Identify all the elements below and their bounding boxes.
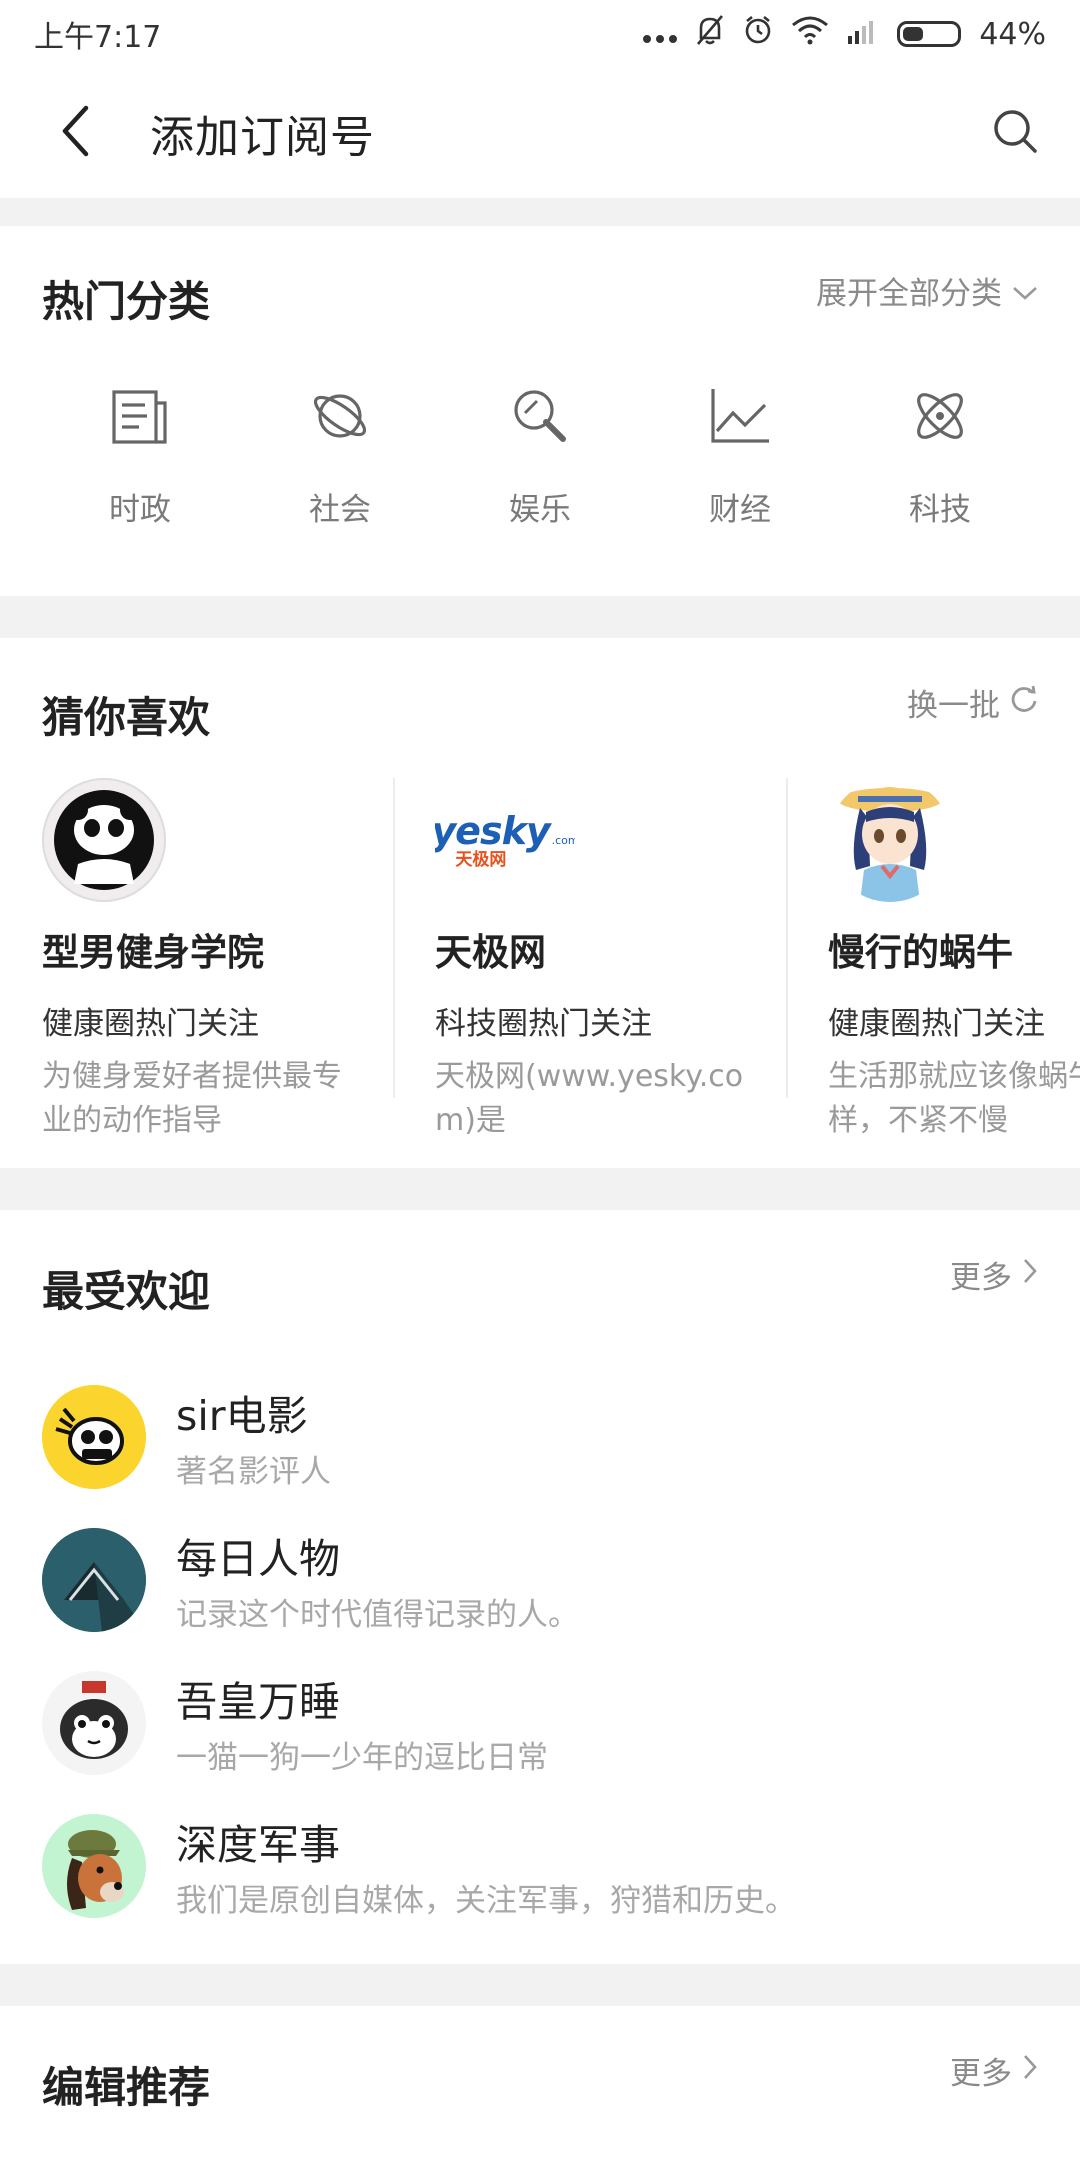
search-button[interactable] bbox=[950, 68, 1080, 198]
list-item-desc: 记录这个时代值得记录的人。 bbox=[176, 1597, 579, 1633]
wifi-icon bbox=[791, 15, 829, 53]
back-button[interactable] bbox=[0, 68, 150, 198]
avatar bbox=[42, 1813, 146, 1918]
category-label: 社会 bbox=[309, 492, 371, 528]
more-button[interactable]: 更多 bbox=[950, 1252, 1038, 1297]
search-icon bbox=[992, 108, 1038, 158]
avatar bbox=[42, 1384, 146, 1489]
avatar bbox=[42, 778, 166, 902]
category-item-technology[interactable]: 科技 bbox=[840, 376, 1040, 529]
section-title-popular: 最受欢迎 bbox=[42, 1267, 211, 1316]
yesky-logo-com: .com bbox=[551, 833, 575, 847]
mute-bell-icon bbox=[695, 14, 725, 54]
yesky-logo-text: yesky bbox=[435, 808, 551, 853]
category-label: 科技 bbox=[909, 492, 971, 528]
recommendation-carousel[interactable]: 型男健身学院 健康圈热门关注 为健身爱好者提供最专业的动作指导 yesky .c… bbox=[0, 778, 1080, 1138]
more-label: 更多 bbox=[950, 1260, 1012, 1296]
recommendation-card[interactable]: yesky .com 天极网 天极网 科技圈热门关注 天极网(www.yesky… bbox=[393, 778, 786, 1138]
list-item[interactable]: sir电影 著名影评人 bbox=[0, 1365, 1080, 1508]
recommendation-name: 慢行的蜗牛 bbox=[828, 931, 1013, 974]
signal-icon bbox=[847, 17, 879, 52]
chevron-down-icon bbox=[1012, 273, 1038, 309]
recommendation-desc: 天极网(www.yesky.com)是 bbox=[435, 1059, 744, 1138]
recommendation-tag: 健康圈热门关注 bbox=[42, 1006, 259, 1042]
more-dots-icon bbox=[643, 17, 678, 52]
popular-list: sir电影 著名影评人 每日人物 记录这个时代值得记录的人。 吾皇万睡 一猫一狗… bbox=[0, 1365, 1080, 1937]
category-item-society[interactable]: 社会 bbox=[240, 376, 440, 529]
section-title-guess: 猜你喜欢 bbox=[42, 693, 211, 742]
list-item-desc: 著名影评人 bbox=[176, 1454, 331, 1490]
newspaper-icon bbox=[100, 376, 180, 456]
recommendation-desc: 生活那就应该像蜗牛一样，不紧不慢 bbox=[828, 1059, 1080, 1138]
expand-all-categories-button[interactable]: 展开全部分类 bbox=[816, 268, 1038, 313]
yesky-logo-sub: 天极网 bbox=[455, 849, 507, 870]
expand-all-label: 展开全部分类 bbox=[816, 276, 1002, 312]
guess-you-like-section: 猜你喜欢 换一批 型男健身学院 健康圈热门关注 为健身爱好者提供最专业的动作指导… bbox=[0, 638, 1080, 1168]
recommendation-card[interactable]: 慢行的蜗牛 健康圈热门关注 生活那就应该像蜗牛一样，不紧不慢 bbox=[786, 778, 1080, 1138]
editor-picks-section: 编辑推荐 更多 bbox=[0, 2006, 1080, 2160]
yesky-logo: yesky .com 天极网 bbox=[435, 778, 575, 902]
recommendation-name: 天极网 bbox=[435, 931, 546, 974]
planet-icon bbox=[300, 376, 380, 456]
list-item[interactable]: 每日人物 记录这个时代值得记录的人。 bbox=[0, 1508, 1080, 1651]
list-item-name: 吾皇万睡 bbox=[176, 1678, 340, 1726]
status-bar: 上午7:17 44% bbox=[0, 0, 1080, 68]
more-label: 更多 bbox=[950, 2056, 1012, 2092]
refresh-batch-button[interactable]: 换一批 bbox=[907, 680, 1038, 725]
status-icons: 44% bbox=[643, 14, 1046, 54]
recommendation-desc: 为健身爱好者提供最专业的动作指导 bbox=[42, 1059, 342, 1138]
section-title-hot: 热门分类 bbox=[42, 277, 211, 326]
avatar bbox=[42, 1670, 146, 1775]
atom-icon bbox=[900, 376, 980, 456]
category-label: 娱乐 bbox=[509, 492, 571, 528]
alarm-clock-icon bbox=[743, 15, 773, 53]
recommendation-tag: 科技圈热门关注 bbox=[435, 1006, 652, 1042]
recommendation-name: 型男健身学院 bbox=[42, 931, 264, 974]
hot-categories-section: 热门分类 展开全部分类 时政 社会 娱乐 财经 科技 bbox=[0, 226, 1080, 596]
category-item-finance[interactable]: 财经 bbox=[640, 376, 840, 529]
list-item[interactable]: 吾皇万睡 一猫一狗一少年的逗比日常 bbox=[0, 1651, 1080, 1794]
app-bar: 添加订阅号 bbox=[0, 68, 1080, 198]
most-popular-section: 最受欢迎 更多 sir电影 著名影评人 每日人物 记录这个时代值得记录的人。 吾… bbox=[0, 1210, 1080, 1964]
line-chart-icon bbox=[700, 376, 780, 456]
refresh-label: 换一批 bbox=[907, 688, 1000, 724]
more-button[interactable]: 更多 bbox=[950, 2048, 1038, 2093]
avatar bbox=[828, 778, 952, 902]
battery-icon bbox=[897, 21, 962, 47]
category-item-politics[interactable]: 时政 bbox=[40, 376, 240, 529]
recommendation-tag: 健康圈热门关注 bbox=[828, 1006, 1045, 1042]
avatar bbox=[42, 1527, 146, 1632]
category-label: 财经 bbox=[709, 492, 771, 528]
back-arrow-icon bbox=[60, 105, 90, 161]
page-title: 添加订阅号 bbox=[150, 112, 375, 163]
category-item-entertainment[interactable]: 娱乐 bbox=[440, 376, 640, 529]
magnifier-icon bbox=[500, 376, 580, 456]
list-item-name: 深度军事 bbox=[176, 1821, 340, 1869]
category-label: 时政 bbox=[109, 492, 171, 528]
category-list: 时政 社会 娱乐 财经 科技 bbox=[40, 376, 1040, 529]
list-item-desc: 一猫一狗一少年的逗比日常 bbox=[176, 1740, 548, 1776]
battery-percent: 44% bbox=[979, 16, 1046, 52]
chevron-right-icon bbox=[1022, 2053, 1038, 2089]
recommendation-card[interactable]: 型男健身学院 健康圈热门关注 为健身爱好者提供最专业的动作指导 bbox=[0, 778, 393, 1138]
section-title-editor: 编辑推荐 bbox=[42, 2063, 211, 2112]
list-item-name: 每日人物 bbox=[176, 1535, 340, 1583]
chevron-right-icon bbox=[1022, 1257, 1038, 1293]
list-item-name: sir电影 bbox=[176, 1392, 308, 1440]
status-time: 上午7:17 bbox=[34, 20, 162, 55]
list-item[interactable]: 深度军事 我们是原创自媒体，关注军事，狩猎和历史。 bbox=[0, 1794, 1080, 1937]
list-item-desc: 我们是原创自媒体，关注军事，狩猎和历史。 bbox=[176, 1883, 796, 1919]
refresh-icon bbox=[1010, 685, 1038, 721]
